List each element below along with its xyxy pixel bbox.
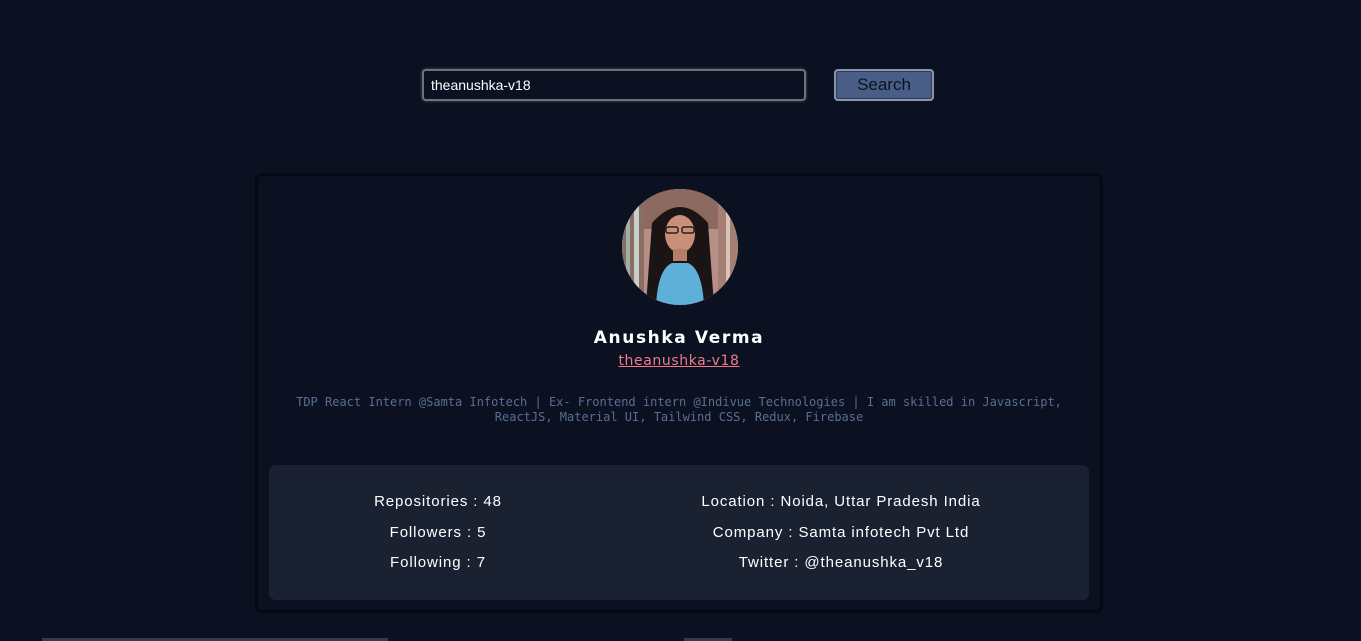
stats-panel: Repositories : 48 Followers : 5 Followin… bbox=[269, 465, 1089, 600]
profile-login-link[interactable]: theanushka-v18 bbox=[618, 353, 739, 369]
profile-bio: TDP React Intern @Samta Infotech | Ex- F… bbox=[296, 395, 1062, 424]
following-stat: Following : 7 bbox=[390, 554, 486, 571]
repositories-stat: Repositories : 48 bbox=[374, 493, 502, 510]
company-stat: Company : Samta infotech Pvt Ltd bbox=[712, 523, 970, 541]
twitter-stat: Twitter : @theanushka_v18 bbox=[738, 554, 944, 571]
profile-name: Anushka Verma bbox=[593, 328, 765, 348]
location-stat: Location : Noida, Uttar Pradesh India bbox=[701, 493, 981, 510]
profile-card: Anushka Verma theanushka-v18 TDP React I… bbox=[255, 173, 1103, 613]
username-search-input[interactable] bbox=[422, 69, 806, 101]
followers-stat: Followers : 5 bbox=[389, 523, 487, 541]
stats-column-counts: Repositories : 48 Followers : 5 Followin… bbox=[269, 491, 607, 583]
profile-login-wrapper: theanushka-v18 bbox=[258, 352, 1100, 370]
stats-column-details: Location : Noida, Uttar Pradesh India Co… bbox=[603, 491, 1079, 583]
avatar-photo-icon bbox=[622, 189, 738, 305]
search-button[interactable]: Search bbox=[834, 69, 934, 101]
search-bar: Search bbox=[0, 68, 1361, 104]
avatar bbox=[622, 189, 738, 305]
